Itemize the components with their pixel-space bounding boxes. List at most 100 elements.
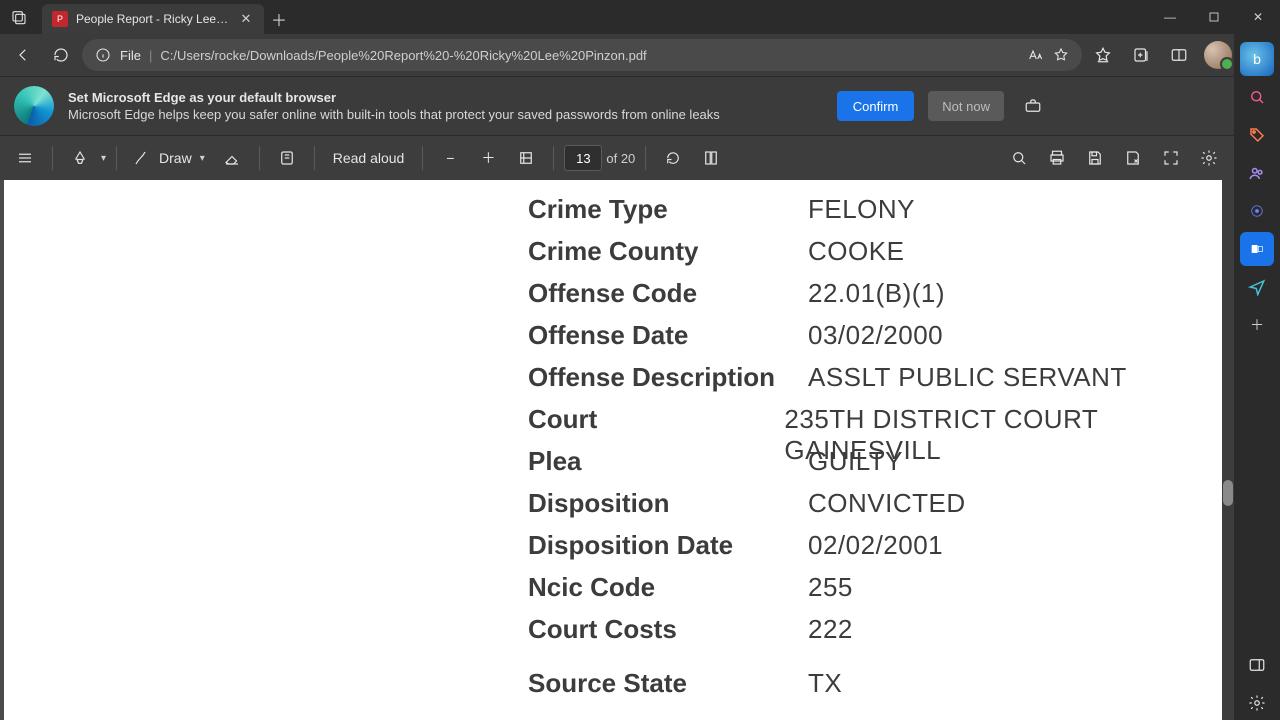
split-screen-button[interactable] — [1162, 38, 1196, 72]
report-row: DispositionCONVICTED — [528, 488, 1222, 530]
edge-sidebar: b ＋ — [1234, 34, 1280, 720]
browser-toolbar: File | C:/Users/rocke/Downloads/People%2… — [0, 34, 1280, 76]
refresh-button[interactable] — [44, 38, 78, 72]
report-label: Ncic Code — [528, 572, 808, 603]
url-scheme-label: File — [120, 48, 141, 63]
report-value: FELONY — [808, 194, 915, 225]
separator — [422, 146, 423, 170]
rotate-icon[interactable] — [656, 141, 690, 175]
save-icon[interactable] — [1078, 141, 1112, 175]
report-label: Court — [528, 404, 784, 435]
separator — [645, 146, 646, 170]
briefcase-icon[interactable] — [1018, 91, 1048, 121]
close-window-button[interactable]: ✕ — [1236, 0, 1280, 34]
outlook-icon[interactable] — [1240, 232, 1274, 266]
separator — [314, 146, 315, 170]
report-row: Ncic Code255 — [528, 572, 1222, 614]
report-value: 255 — [808, 572, 853, 603]
separator — [52, 146, 53, 170]
add-sidebar-icon[interactable]: ＋ — [1240, 308, 1274, 342]
print-icon[interactable] — [1040, 141, 1074, 175]
not-now-button[interactable]: Not now — [928, 91, 1004, 121]
find-icon[interactable] — [1002, 141, 1036, 175]
titlebar: P People Report - Ricky Lee Pinzon ✕ ＋ ―… — [0, 0, 1280, 34]
report-label: Crime County — [528, 236, 808, 267]
page-total-label: of 20 — [606, 151, 635, 166]
chevron-down-icon[interactable]: ▾ — [200, 153, 205, 164]
report-label: Plea — [528, 446, 808, 477]
address-bar[interactable]: File | C:/Users/rocke/Downloads/People%2… — [82, 39, 1082, 71]
report-value: CONVICTED — [808, 488, 966, 519]
contents-toggle-icon[interactable] — [8, 141, 42, 175]
send-icon[interactable] — [1240, 270, 1274, 304]
maximize-button[interactable] — [1192, 0, 1236, 34]
report-label: Offense Code — [528, 278, 808, 309]
report-row: Source StateTX — [528, 656, 1222, 698]
report-row: Offense DescriptionASSLT PUBLIC SERVANT — [528, 362, 1222, 404]
separator — [259, 146, 260, 170]
report-row: Crime CountyCOOKE — [528, 236, 1222, 278]
report-row: Disposition Date02/02/2001 — [528, 530, 1222, 572]
pdf-settings-icon[interactable] — [1192, 141, 1226, 175]
zoom-out-button[interactable]: − — [433, 141, 467, 175]
confirm-button[interactable]: Confirm — [837, 91, 915, 121]
draw-label: Draw — [159, 150, 192, 166]
draw-tool[interactable]: Draw ▾ — [127, 149, 211, 167]
pdf-toolbar: ▾ Draw ▾ Read aloud − ＋ of 20 — [0, 136, 1234, 180]
report-label: Crime Type — [528, 194, 808, 225]
bing-icon[interactable]: b — [1240, 42, 1274, 76]
report-value: 02/02/2001 — [808, 530, 943, 561]
url-path: C:/Users/rocke/Downloads/People%20Report… — [160, 48, 1018, 63]
collections-button[interactable] — [1124, 38, 1158, 72]
shopping-tag-icon[interactable] — [1240, 118, 1274, 152]
close-tab-icon[interactable]: ✕ — [238, 11, 254, 27]
edge-logo-icon — [14, 86, 54, 126]
scrollbar-thumb[interactable] — [1223, 480, 1233, 506]
site-info-icon[interactable] — [94, 46, 112, 64]
report-row: Offense Date03/02/2000 — [528, 320, 1222, 362]
report-row: Crime TypeFELONY — [528, 194, 1222, 236]
report-row: Court Costs222 — [528, 614, 1222, 656]
people-icon[interactable] — [1240, 156, 1274, 190]
erase-icon[interactable] — [215, 141, 249, 175]
page-number-input[interactable] — [564, 145, 602, 171]
pdf-scroll-area[interactable]: Crime TypeFELONYCrime CountyCOOKEOffense… — [0, 180, 1234, 720]
report-value: 22.01(B)(1) — [808, 278, 945, 309]
minimize-button[interactable]: ― — [1148, 0, 1192, 34]
tab-title: People Report - Ricky Lee Pinzon — [76, 12, 230, 26]
read-aloud-button[interactable]: Read aloud — [325, 150, 413, 166]
report-label: Offense Date — [528, 320, 808, 351]
profile-avatar[interactable] — [1204, 41, 1232, 69]
report-label: Offense Description — [528, 362, 808, 393]
text-note-icon[interactable] — [270, 141, 304, 175]
page-view-icon[interactable] — [694, 141, 728, 175]
games-icon[interactable] — [1240, 194, 1274, 228]
save-as-icon[interactable] — [1116, 141, 1150, 175]
report-value: 222 — [808, 614, 853, 645]
highlight-icon[interactable] — [63, 141, 97, 175]
report-value: COOKE — [808, 236, 904, 267]
tab-actions-button[interactable] — [0, 0, 38, 34]
separator — [116, 146, 117, 170]
banner-subtitle: Microsoft Edge helps keep you safer onli… — [68, 107, 823, 122]
new-tab-button[interactable]: ＋ — [264, 4, 294, 34]
report-value: 03/02/2000 — [808, 320, 943, 351]
scrollbar-track[interactable] — [1222, 180, 1234, 720]
zoom-in-button[interactable]: ＋ — [471, 141, 505, 175]
favorites-button[interactable] — [1086, 38, 1120, 72]
favorite-star-icon[interactable] — [1052, 46, 1070, 64]
fit-page-icon[interactable] — [509, 141, 543, 175]
hide-sidebar-icon[interactable] — [1240, 648, 1274, 682]
back-button[interactable] — [6, 38, 40, 72]
chevron-down-icon[interactable]: ▾ — [101, 153, 106, 164]
search-sidebar-icon[interactable] — [1240, 80, 1274, 114]
separator: | — [149, 48, 152, 63]
window-controls: ― ✕ — [1148, 0, 1280, 34]
pdf-page: Crime TypeFELONYCrime CountyCOOKEOffense… — [4, 180, 1222, 720]
pdf-favicon-icon: P — [52, 11, 68, 27]
sidebar-settings-icon[interactable] — [1240, 686, 1274, 720]
browser-tab[interactable]: P People Report - Ricky Lee Pinzon ✕ — [42, 4, 264, 34]
fullscreen-icon[interactable] — [1154, 141, 1188, 175]
text-size-icon[interactable] — [1026, 46, 1044, 64]
report-table: Crime TypeFELONYCrime CountyCOOKEOffense… — [528, 194, 1222, 720]
